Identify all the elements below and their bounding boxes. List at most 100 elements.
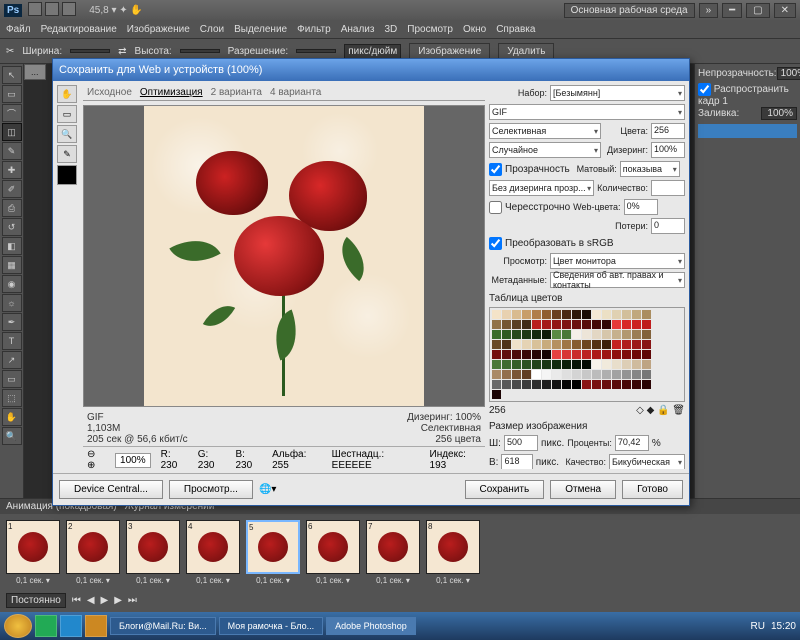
color-swatch[interactable]: [612, 380, 621, 389]
color-swatch[interactable]: [642, 330, 651, 339]
color-swatch[interactable]: [562, 320, 571, 329]
color-swatch[interactable]: [622, 360, 631, 369]
color-swatch[interactable]: [582, 320, 591, 329]
crop-tool[interactable]: ◫: [2, 123, 22, 141]
cancel-button[interactable]: Отмена: [550, 480, 616, 499]
color-swatch[interactable]: [592, 330, 601, 339]
color-swatch[interactable]: [552, 370, 561, 379]
palette-select[interactable]: Селективная: [489, 123, 601, 139]
color-swatch[interactable]: [542, 310, 551, 319]
resolution-field[interactable]: [296, 49, 336, 53]
color-swatch[interactable]: [632, 360, 641, 369]
transparency-checkbox[interactable]: [489, 163, 502, 176]
color-swatch[interactable]: [572, 360, 581, 369]
colors-field[interactable]: 256: [651, 123, 685, 139]
color-swatch[interactable]: [582, 350, 591, 359]
3d-tool[interactable]: ⬚: [2, 389, 22, 407]
lossy-field[interactable]: 0: [651, 218, 685, 234]
color-swatch[interactable]: [572, 350, 581, 359]
animation-frame[interactable]: 80,1 сек. ▾: [426, 520, 480, 585]
color-swatch[interactable]: [572, 330, 581, 339]
color-swatch[interactable]: [642, 340, 651, 349]
color-swatch[interactable]: [552, 320, 561, 329]
loop-select[interactable]: Постоянно: [6, 593, 66, 608]
pinned-app[interactable]: [60, 615, 82, 637]
color-swatch[interactable]: [552, 350, 561, 359]
color-swatch[interactable]: [562, 340, 571, 349]
color-swatch[interactable]: [502, 340, 511, 349]
color-swatch[interactable]: [512, 330, 521, 339]
color-swatch[interactable]: [492, 320, 501, 329]
blur-tool[interactable]: ◉: [2, 275, 22, 293]
metadata-select[interactable]: Сведения об авт. правах и контакты: [550, 272, 685, 288]
shape-tool[interactable]: ▭: [2, 370, 22, 388]
color-swatch[interactable]: [592, 380, 601, 389]
color-swatch[interactable]: [552, 340, 561, 349]
pinned-app[interactable]: [85, 615, 107, 637]
tray-lang[interactable]: RU: [751, 621, 765, 632]
workspace-more-button[interactable]: »: [699, 3, 719, 18]
color-swatch[interactable]: [632, 320, 641, 329]
color-swatch[interactable]: [602, 340, 611, 349]
first-frame-button[interactable]: ⏮: [72, 595, 81, 606]
animation-frame[interactable]: 10,1 сек. ▾: [6, 520, 60, 585]
tab-original[interactable]: Исходное: [87, 87, 132, 98]
color-swatch[interactable]: [522, 360, 531, 369]
animation-frame[interactable]: 60,1 сек. ▾: [306, 520, 360, 585]
menu-filter[interactable]: Фильтр: [297, 24, 331, 35]
color-swatch[interactable]: [592, 350, 601, 359]
color-swatch[interactable]: [502, 370, 511, 379]
preview-area[interactable]: [83, 105, 485, 407]
srgb-checkbox[interactable]: [489, 237, 502, 250]
color-swatch[interactable]: [492, 390, 501, 399]
menu-edit[interactable]: Редактирование: [41, 24, 117, 35]
color-swatch[interactable]: [542, 360, 551, 369]
width-field[interactable]: [70, 49, 110, 53]
marquee-tool[interactable]: ▭: [2, 85, 22, 103]
hand-tool[interactable]: ✋: [2, 408, 22, 426]
color-swatch[interactable]: [562, 370, 571, 379]
color-swatch[interactable]: [622, 310, 631, 319]
color-swatch[interactable]: [532, 380, 541, 389]
color-swatch[interactable]: [502, 380, 511, 389]
color-swatch[interactable]: [642, 350, 651, 359]
preview-select[interactable]: Цвет монитора: [550, 253, 685, 269]
color-swatch[interactable]: [492, 370, 501, 379]
animation-frame[interactable]: 20,1 сек. ▾: [66, 520, 120, 585]
menu-layer[interactable]: Слои: [200, 24, 224, 35]
color-swatch[interactable]: [502, 350, 511, 359]
color-swatch[interactable]: [632, 350, 641, 359]
color-swatch[interactable]: [562, 350, 571, 359]
color-swatch[interactable]: [602, 360, 611, 369]
menu-window[interactable]: Окно: [463, 24, 486, 35]
resolution-unit[interactable]: пикс/дюйм: [344, 44, 401, 59]
color-swatch[interactable]: [542, 370, 551, 379]
color-swatch[interactable]: [542, 340, 551, 349]
color-swatch[interactable]: [612, 320, 621, 329]
color-swatch[interactable]: [532, 310, 541, 319]
menu-analysis[interactable]: Анализ: [341, 24, 375, 35]
color-swatch[interactable]: [552, 310, 561, 319]
taskbar-task[interactable]: Моя рамочка - Бло...: [219, 617, 323, 635]
color-swatch[interactable]: [532, 320, 541, 329]
color-swatch[interactable]: [592, 310, 601, 319]
color-swatch[interactable]: [522, 310, 531, 319]
eraser-tool[interactable]: ◧: [2, 237, 22, 255]
stamp-tool[interactable]: ⎙: [2, 199, 22, 217]
color-swatch[interactable]: [562, 360, 571, 369]
color-swatch[interactable]: [612, 330, 621, 339]
color-swatch[interactable]: [512, 380, 521, 389]
websnap-field[interactable]: 0%: [624, 199, 658, 215]
next-frame-button[interactable]: ▶: [114, 595, 122, 606]
color-swatch[interactable]: [532, 330, 541, 339]
animation-frame[interactable]: 70,1 сек. ▾: [366, 520, 420, 585]
color-swatch[interactable]: [602, 330, 611, 339]
color-swatch[interactable]: [602, 310, 611, 319]
percent-field[interactable]: 70,42: [615, 435, 649, 451]
history-brush-tool[interactable]: ↺: [2, 218, 22, 236]
taskbar-task[interactable]: Adobe Photoshop: [326, 617, 416, 635]
color-swatch[interactable]: [582, 360, 591, 369]
color-swatch[interactable]: [642, 310, 651, 319]
preset-select[interactable]: [Безымянн]: [550, 85, 685, 101]
color-swatch[interactable]: [492, 310, 501, 319]
